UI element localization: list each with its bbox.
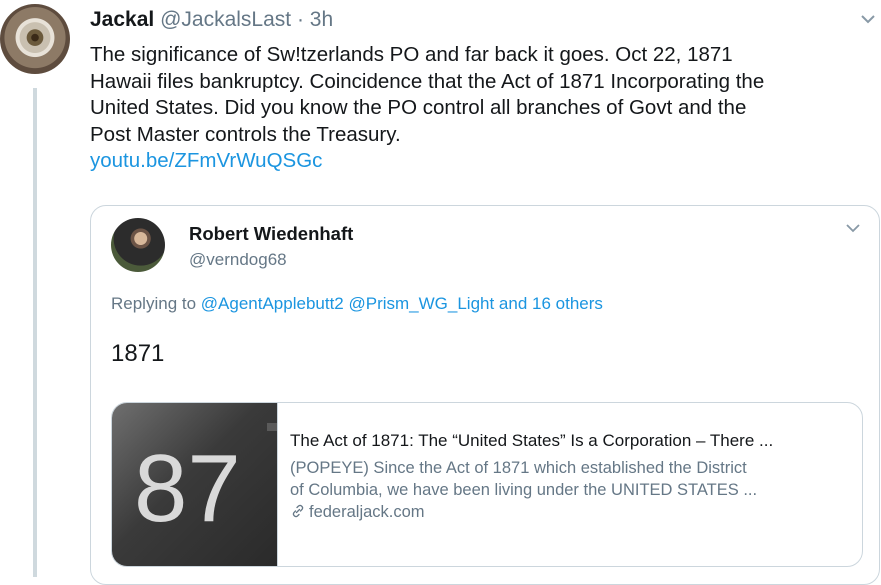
tweet-time[interactable]: 3h: [310, 8, 333, 31]
tweet-text-line: Post Master controls the Treasury.: [90, 122, 401, 146]
chevron-down-icon[interactable]: [843, 218, 863, 238]
card-title[interactable]: The Act of 1871: The “United States” Is …: [290, 431, 850, 451]
tweet-text-line: United States. Did you know the PO contr…: [90, 96, 747, 119]
separator: ·: [291, 8, 310, 31]
quoted-author-name[interactable]: Robert Wiedenhaft: [189, 223, 353, 245]
link-card[interactable]: 87 The Act of 1871: The “United States” …: [111, 402, 863, 567]
tweet-text-line: The significance of Sw!tzerlands PO and …: [90, 43, 733, 66]
thread-line: [33, 88, 37, 577]
replying-prefix: Replying to: [111, 294, 201, 313]
quoted-tweet[interactable]: Robert Wiedenhaft @verndog68 Replying to…: [90, 205, 880, 585]
tweet-link[interactable]: youtu.be/ZFmVrWuQSGc: [90, 148, 860, 175]
quoted-author-handle[interactable]: @verndog68: [189, 250, 287, 270]
link-icon: [290, 503, 306, 519]
quoted-tweet-text: 1871: [111, 340, 165, 367]
card-description-line: (POPEYE) Since the Act of 1871 which est…: [290, 459, 747, 477]
author-handle[interactable]: @JackalsLast: [160, 8, 291, 31]
tweet-header: Jackal @JackalsLast · 3h: [90, 8, 333, 32]
author-name[interactable]: Jackal: [90, 8, 154, 31]
chevron-down-icon[interactable]: [857, 8, 879, 30]
card-domain[interactable]: federaljack.com: [290, 503, 850, 522]
replying-mentions[interactable]: @AgentApplebutt2 @Prism_WG_Light and 16 …: [201, 294, 603, 313]
card-image: 87: [112, 403, 278, 566]
tweet-text-line: Hawaii files bankruptcy. Coincidence tha…: [90, 69, 765, 93]
replying-to: Replying to @AgentApplebutt2 @Prism_WG_L…: [111, 294, 603, 314]
author-avatar[interactable]: [0, 4, 70, 74]
card-description-line: of Columbia, we have been living under t…: [290, 481, 758, 499]
card-body: The Act of 1871: The “United States” Is …: [290, 431, 850, 522]
quoted-author-avatar[interactable]: [111, 218, 165, 272]
card-domain-text[interactable]: federaljack.com: [309, 503, 425, 521]
card-description: (POPEYE) Since the Act of 1871 which est…: [290, 457, 850, 501]
card-image-text: 87: [134, 435, 241, 542]
tweet-text: The significance of Sw!tzerlands PO and …: [90, 42, 860, 175]
